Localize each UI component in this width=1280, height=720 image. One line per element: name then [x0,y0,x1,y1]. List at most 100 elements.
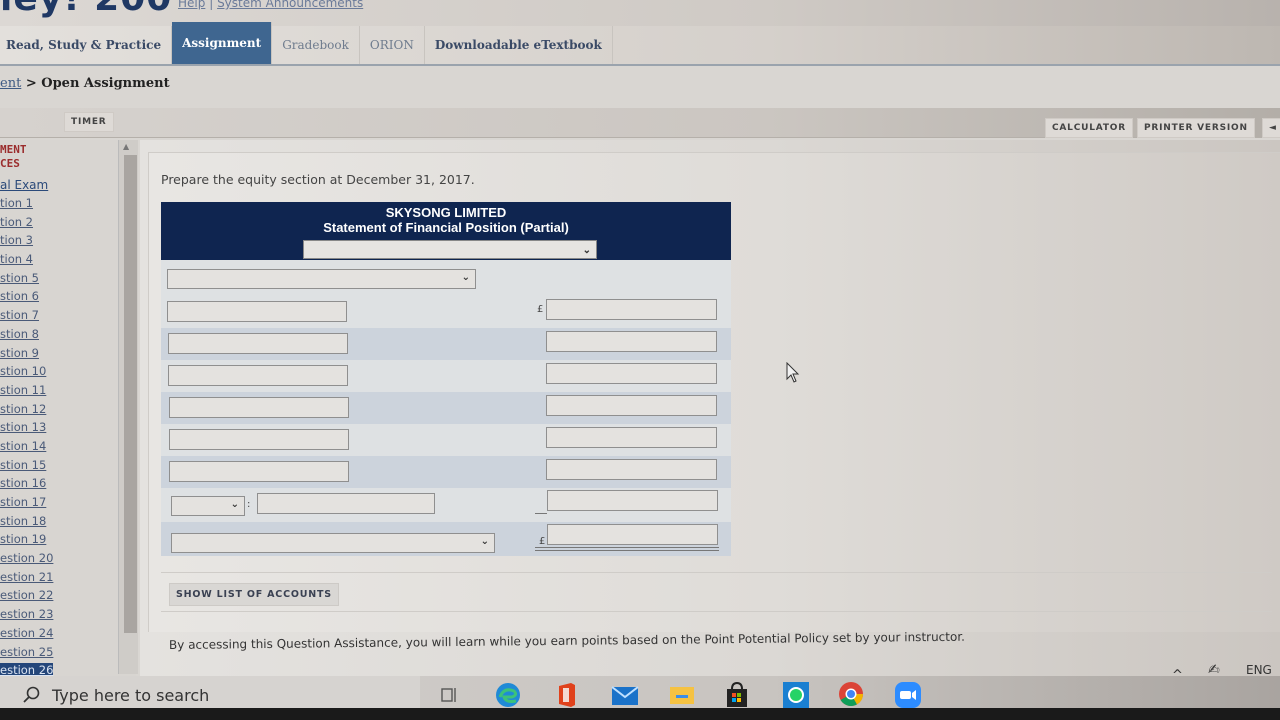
less-row: ⌄ : [161,488,731,522]
scroll-up-icon[interactable]: ▲ [123,142,129,151]
sidebar-heading-line1: MENT [0,143,27,156]
tab-downloadable-etextbook[interactable]: Downloadable eTextbook [425,26,613,64]
section-heading-select[interactable]: ⌄ [167,269,476,289]
sidebar-question-list: tion 1 tion 2 tion 3 tion 4 stion 5 stion 6st… [0,196,54,676]
sidebar-question-link[interactable]: stion 14 [0,439,53,458]
breadcrumb-current: Open Assignment [41,76,170,91]
search-placeholder: Type here to search [52,685,210,705]
question-assistance-note: By accessing this Question Assistance, y… [168,629,966,652]
sidebar-question-link[interactable]: stion 18 [0,514,53,533]
date-select[interactable]: ⌄ [303,240,597,259]
sidebar-exam-link[interactable]: al Exam [0,178,48,192]
sidebar-question-link[interactable]: stion 9 [0,346,53,365]
sidebar-question-link[interactable]: stion 5 [0,271,53,290]
input-language[interactable]: ENG [1246,663,1272,677]
amount-input[interactable] [546,427,717,448]
sidebar-question-link[interactable]: stion 16 [0,476,53,495]
amount-input[interactable] [546,363,717,384]
main-content: Prepare the equity section at December 3… [140,140,1280,676]
search-icon [23,686,40,703]
previous-arrow-icon[interactable]: ◄ [1262,118,1280,138]
sidebar-question-link[interactable]: stion 7 [0,308,53,327]
scrollbar-thumb[interactable] [124,155,137,633]
file-explorer-icon[interactable] [667,680,697,710]
show-list-of-accounts-button[interactable]: SHOW LIST OF ACCOUNTS [169,583,339,606]
task-view-icon[interactable] [434,680,464,710]
mail-icon[interactable] [610,680,640,710]
whatsapp-icon[interactable] [781,680,811,710]
pen-icon[interactable]: ✍ [1208,662,1220,678]
sidebar-question-link[interactable]: stion 13 [0,420,53,439]
sidebar-question-link[interactable]: tion 4 [0,252,53,271]
sidebar-question-link[interactable]: estion 24 [0,626,53,645]
account-name-input[interactable] [169,461,349,482]
total-amount-input[interactable] [547,524,718,545]
calculator-button[interactable]: CALCULATOR [1045,118,1133,138]
brand-logo: ley! 200 [0,0,172,19]
sidebar-question-link[interactable]: stion 12 [0,402,53,421]
tab-assignment[interactable]: Assignment [172,22,273,64]
chevron-down-icon: ⌄ [480,536,489,547]
statement-header: SKYSONG LIMITED Statement of Financial P… [161,202,731,260]
system-announcements-link[interactable]: System Announcements [217,0,363,10]
account-row [161,456,731,488]
currency-symbol: £ [539,536,546,547]
sidebar-question-link[interactable]: stion 15 [0,458,53,477]
microsoft-store-icon[interactable] [722,680,752,710]
breadcrumb-parent-link[interactable]: ent [0,76,21,91]
less-select[interactable]: ⌄ [171,496,245,516]
printer-version-button[interactable]: PRINTER VERSION [1137,118,1255,138]
less-account-input[interactable] [257,493,435,514]
tab-gradebook[interactable]: Gradebook [272,26,360,64]
amount-input[interactable] [546,459,717,480]
less-amount-input[interactable] [547,490,718,511]
sidebar-question-link[interactable]: stion 6 [0,289,53,308]
sidebar-scrollbar[interactable]: ▲ [118,140,138,674]
sidebar-question-link[interactable]: estion 25 [0,645,53,664]
sidebar-question-link[interactable]: tion 3 [0,233,53,252]
sidebar-question-link[interactable]: estion 21 [0,570,53,589]
account-name-input[interactable] [167,301,347,322]
question-prompt: Prepare the equity section at December 3… [161,172,475,187]
account-name-input[interactable] [168,397,349,418]
company-name: SKYSONG LIMITED [385,205,507,220]
sidebar-question-link[interactable]: stion 19 [0,532,53,551]
amount-input[interactable] [546,331,717,352]
total-select[interactable]: ⌄ [171,533,495,553]
account-name-input[interactable] [169,429,349,450]
sidebar-question-link[interactable]: estion 22 [0,588,53,607]
sidebar-question-link[interactable]: estion 26 [0,663,54,676]
sidebar-heading: MENT CES [0,143,27,171]
sidebar-question-link[interactable]: estion 20 [0,551,53,570]
office-icon[interactable] [551,680,581,710]
show-hidden-icons-chevron-icon[interactable]: ^ [1172,668,1183,683]
timer-button[interactable]: TIMER [64,112,114,132]
chrome-icon[interactable] [836,680,866,710]
account-name-input[interactable] [167,333,348,354]
tab-orion[interactable]: ORION [360,26,425,64]
top-links: Help | System Announcements [178,0,363,10]
double-underline [535,547,719,551]
breadcrumb: ent > Open Assignment [0,76,170,91]
total-row: ⌄ £ [161,522,731,556]
sidebar-question-link[interactable]: estion 23 [0,607,53,626]
tab-read-study-practice[interactable]: Read, Study & Practice [0,26,173,64]
currency-symbol: £ [537,304,544,315]
account-row [161,360,731,392]
sidebar-question-link[interactable]: tion 1 [0,196,53,215]
account-rows: £ [161,296,731,488]
sidebar-question-link[interactable]: stion 8 [0,327,53,346]
question-sidebar: MENT CES al Exam tion 1 tion 2 tion 3 tion … [0,140,136,676]
amount-input[interactable] [546,299,717,320]
statement-form: SKYSONG LIMITED Statement of Financial P… [161,202,731,556]
account-name-input[interactable] [168,365,348,386]
amount-input[interactable] [546,395,717,416]
sidebar-question-link[interactable]: stion 10 [0,364,53,383]
sidebar-question-link[interactable]: tion 2 [0,215,53,234]
screen-bezel [0,708,1280,720]
help-link[interactable]: Help [178,0,205,10]
sidebar-question-link[interactable]: stion 11 [0,383,53,402]
edge-icon[interactable] [493,680,523,710]
sidebar-question-link[interactable]: stion 17 [0,495,53,514]
zoom-icon[interactable] [893,680,923,710]
